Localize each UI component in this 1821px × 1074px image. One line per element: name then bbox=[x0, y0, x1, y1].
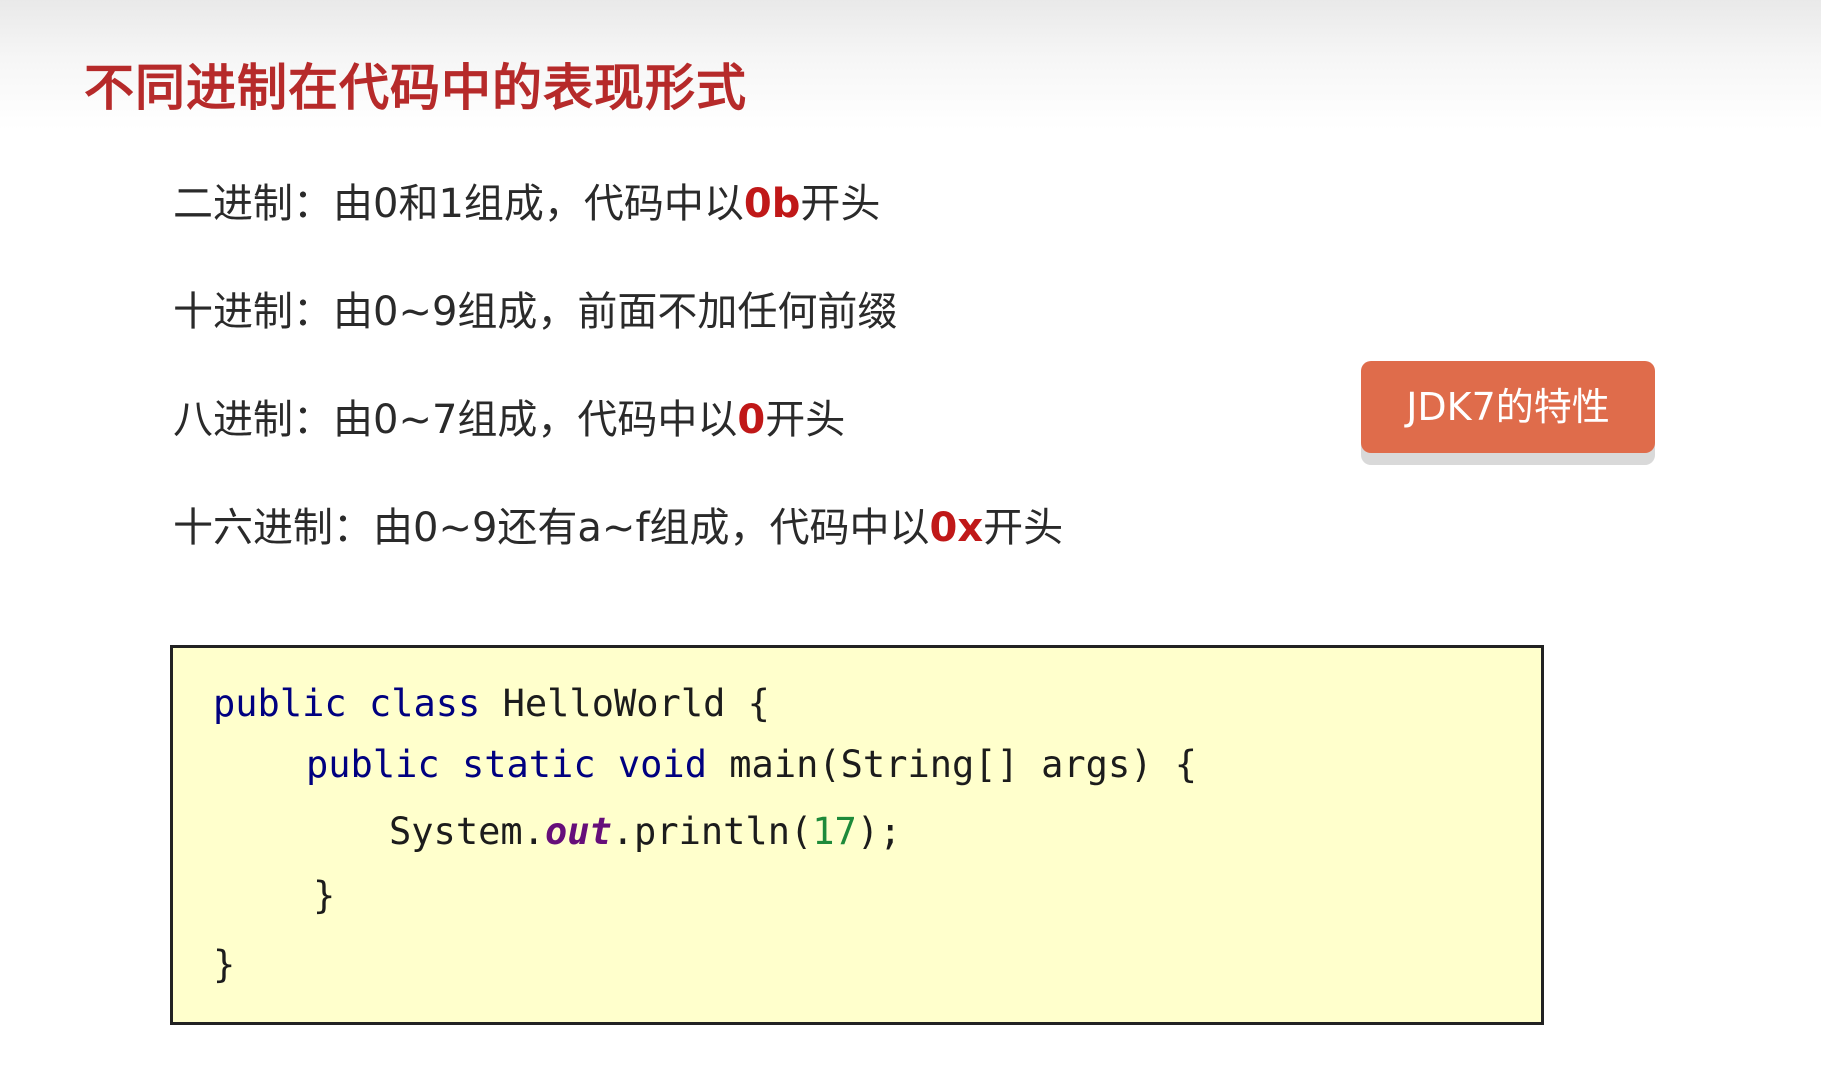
keyword: void bbox=[617, 743, 707, 786]
code-line-3: System.out.println(17); bbox=[389, 810, 901, 853]
radix-rules-list: 二进制：由0和1组成，代码中以0b开头 十进制：由0~9组成，前面不加任何前缀 … bbox=[173, 176, 1273, 608]
rule-binary-text: 二进制：由0和1组成，代码中以 bbox=[173, 181, 744, 227]
code-example: public class HelloWorld { public static … bbox=[170, 645, 1544, 1025]
keyword: class bbox=[368, 682, 481, 725]
code-text: System. bbox=[389, 810, 545, 853]
code-line-5: } bbox=[213, 943, 235, 986]
rule-octal-text: 八进制：由0~7组成，代码中以 bbox=[173, 397, 738, 443]
rule-octal-prefix: 0 bbox=[737, 397, 766, 443]
code-text: main(String[] args) { bbox=[729, 743, 1198, 786]
rule-binary-suffix: 开头 bbox=[800, 181, 881, 227]
number-literal: 17 bbox=[812, 810, 857, 853]
rule-decimal-text: 十进制：由0~9组成，前面不加任何前缀 bbox=[173, 289, 898, 335]
jdk7-feature-badge: JDK7的特性 bbox=[1361, 361, 1655, 453]
rule-hex-prefix: 0x bbox=[929, 505, 984, 551]
page-title: 不同进制在代码中的表现形式 bbox=[84, 59, 747, 117]
code-text: .println( bbox=[611, 810, 813, 853]
code-line-4: } bbox=[313, 874, 335, 917]
code-text: ); bbox=[856, 810, 902, 853]
rule-octal-suffix: 开头 bbox=[765, 397, 846, 443]
code-line-2: public static void main(String[] args) { bbox=[306, 743, 1197, 786]
closing-brace: } bbox=[213, 943, 236, 986]
keyword: static bbox=[461, 743, 596, 786]
rule-hexadecimal: 十六进制：由0~9还有a~f组成，代码中以0x开头 bbox=[173, 500, 1273, 608]
code-line-1: public class HelloWorld { bbox=[213, 682, 770, 725]
rule-hex-text: 十六进制：由0~9还有a~f组成，代码中以 bbox=[173, 505, 930, 551]
code-text: HelloWorld { bbox=[502, 682, 770, 725]
rule-hex-suffix: 开头 bbox=[983, 505, 1064, 551]
rule-binary-prefix: 0b bbox=[743, 181, 801, 227]
static-field: out bbox=[544, 810, 612, 853]
rule-octal: 八进制：由0~7组成，代码中以0开头 bbox=[173, 392, 1273, 500]
rule-decimal: 十进制：由0~9组成，前面不加任何前缀 bbox=[173, 284, 1273, 392]
closing-brace: } bbox=[313, 874, 336, 917]
keyword: public bbox=[306, 743, 440, 786]
keyword: public bbox=[213, 682, 347, 725]
rule-binary: 二进制：由0和1组成，代码中以0b开头 bbox=[173, 176, 1273, 284]
